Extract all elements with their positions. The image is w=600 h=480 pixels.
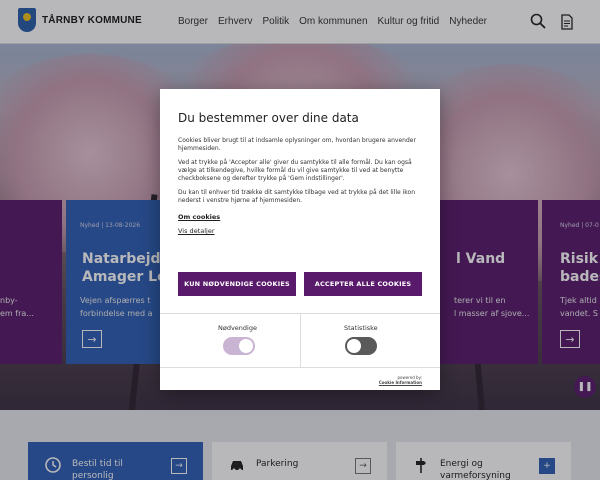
powered-by: powered by: Cookie Information xyxy=(379,375,422,385)
toggle-knob xyxy=(239,339,253,353)
cookie-paragraph: Ved at trykke på 'Accepter alle' giver d… xyxy=(178,159,412,182)
toggle-knob xyxy=(347,339,361,353)
toggle-label-necessary: Nødvendige xyxy=(218,324,257,332)
accept-all-button[interactable]: ACCEPTER ALLE COOKIES xyxy=(304,272,422,296)
necessary-toggle[interactable] xyxy=(223,337,255,355)
only-necessary-button[interactable]: KUN NØDVENDIGE COOKIES xyxy=(178,272,296,296)
toggle-label-statistics: Statistiske xyxy=(344,324,378,332)
show-details-link[interactable]: Vis detaljer xyxy=(178,227,215,235)
about-cookies-link[interactable]: Om cookies xyxy=(178,213,220,221)
cookie-consent-dialog: Du bestemmer over dine data Cookies bliv… xyxy=(160,89,440,390)
cookie-paragraph: Du kan til enhver tid trække dit samtykk… xyxy=(178,189,415,204)
cookie-paragraph: Cookies bliver brugt til at indsamle opl… xyxy=(178,137,416,152)
divider xyxy=(160,367,440,368)
statistics-toggle[interactable] xyxy=(345,337,377,355)
cookie-dialog-title: Du bestemmer over dine data xyxy=(178,111,359,125)
cookie-information-link[interactable]: Cookie Information xyxy=(379,380,422,385)
divider xyxy=(300,313,301,367)
